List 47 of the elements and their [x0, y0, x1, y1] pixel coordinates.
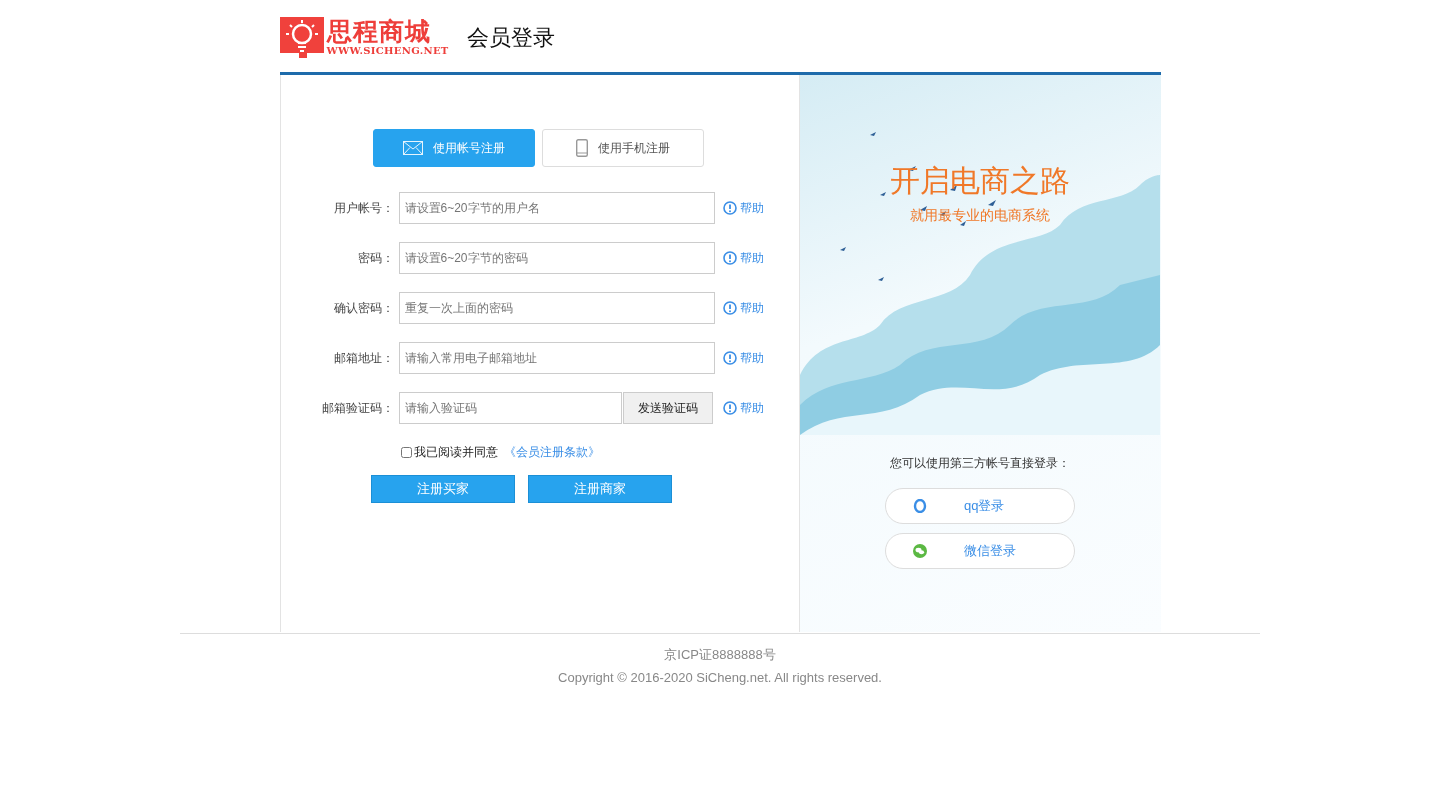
help-text: 帮助 [739, 349, 764, 367]
exclamation-icon [722, 351, 737, 365]
register-tab[interactable]: 使用帐号注册 [372, 129, 535, 167]
third-party-prompt: 您可以使用第三方帐号直接登录： [890, 455, 1070, 472]
agree-checkbox[interactable] [400, 446, 412, 458]
promo-headline: 开启电商之路 [890, 163, 1070, 199]
help-link[interactable]: 帮助 [722, 349, 764, 367]
help-text: 帮助 [739, 199, 764, 217]
field-label: 用户帐号： [332, 199, 395, 217]
input-field[interactable]: 请设置6~20字节的用户名 [398, 192, 715, 224]
help-link[interactable]: 帮助 [722, 199, 764, 217]
logo-url: WWW.SICHENG.NET [326, 45, 449, 57]
logo-name: 思程商城 [326, 17, 432, 45]
register-button[interactable]: 注册商家 [527, 475, 672, 503]
field-label: 密码： [356, 249, 395, 267]
input-field[interactable]: 请输入常用电子邮箱地址 [398, 342, 715, 374]
agree-text: 我已阅读并同意 [413, 443, 498, 461]
copyright: Copyright © 2016-2020 SiCheng.net. All rights reserved. [558, 670, 882, 685]
promo-subtitle: 就用最专业的电商系统 [910, 207, 1050, 225]
social-login-button[interactable]: 微信登录 [885, 533, 1075, 569]
field-label: 邮箱验证码： [320, 399, 395, 417]
register-tab[interactable]: 使用手机注册 [541, 129, 704, 167]
terms-link[interactable]: 《会员注册条款》 [503, 443, 600, 461]
help-text: 帮助 [739, 249, 764, 267]
input-field[interactable]: 重复一次上面的密码 [398, 292, 715, 324]
chat-bubbles-icon [913, 544, 927, 558]
field-label: 邮箱地址： [332, 349, 395, 367]
field-label: 确认密码： [332, 299, 395, 317]
exclamation-icon [722, 201, 737, 215]
help-link[interactable]: 帮助 [722, 399, 764, 417]
social-login-button[interactable]: qq登录 [885, 488, 1075, 524]
exclamation-icon [722, 401, 737, 415]
register-button[interactable]: 注册买家 [370, 475, 515, 503]
page-title: 会员登录 [466, 24, 555, 52]
icp-license: 京ICP证8888888号 [664, 646, 776, 664]
help-link[interactable]: 帮助 [722, 249, 764, 267]
phone-icon [575, 139, 588, 157]
help-text: 帮助 [739, 399, 764, 417]
input-field[interactable]: 请设置6~20字节的密码 [398, 242, 715, 274]
exclamation-icon [722, 301, 737, 315]
lightbulb-logo-icon [279, 17, 324, 59]
envelope-icon [402, 141, 423, 155]
help-link[interactable]: 帮助 [722, 299, 764, 317]
help-text: 帮助 [739, 299, 764, 317]
exclamation-icon [722, 251, 737, 265]
input-field[interactable]: 请输入验证码 [398, 392, 622, 424]
send-code-button[interactable]: 发送验证码 [622, 392, 713, 424]
